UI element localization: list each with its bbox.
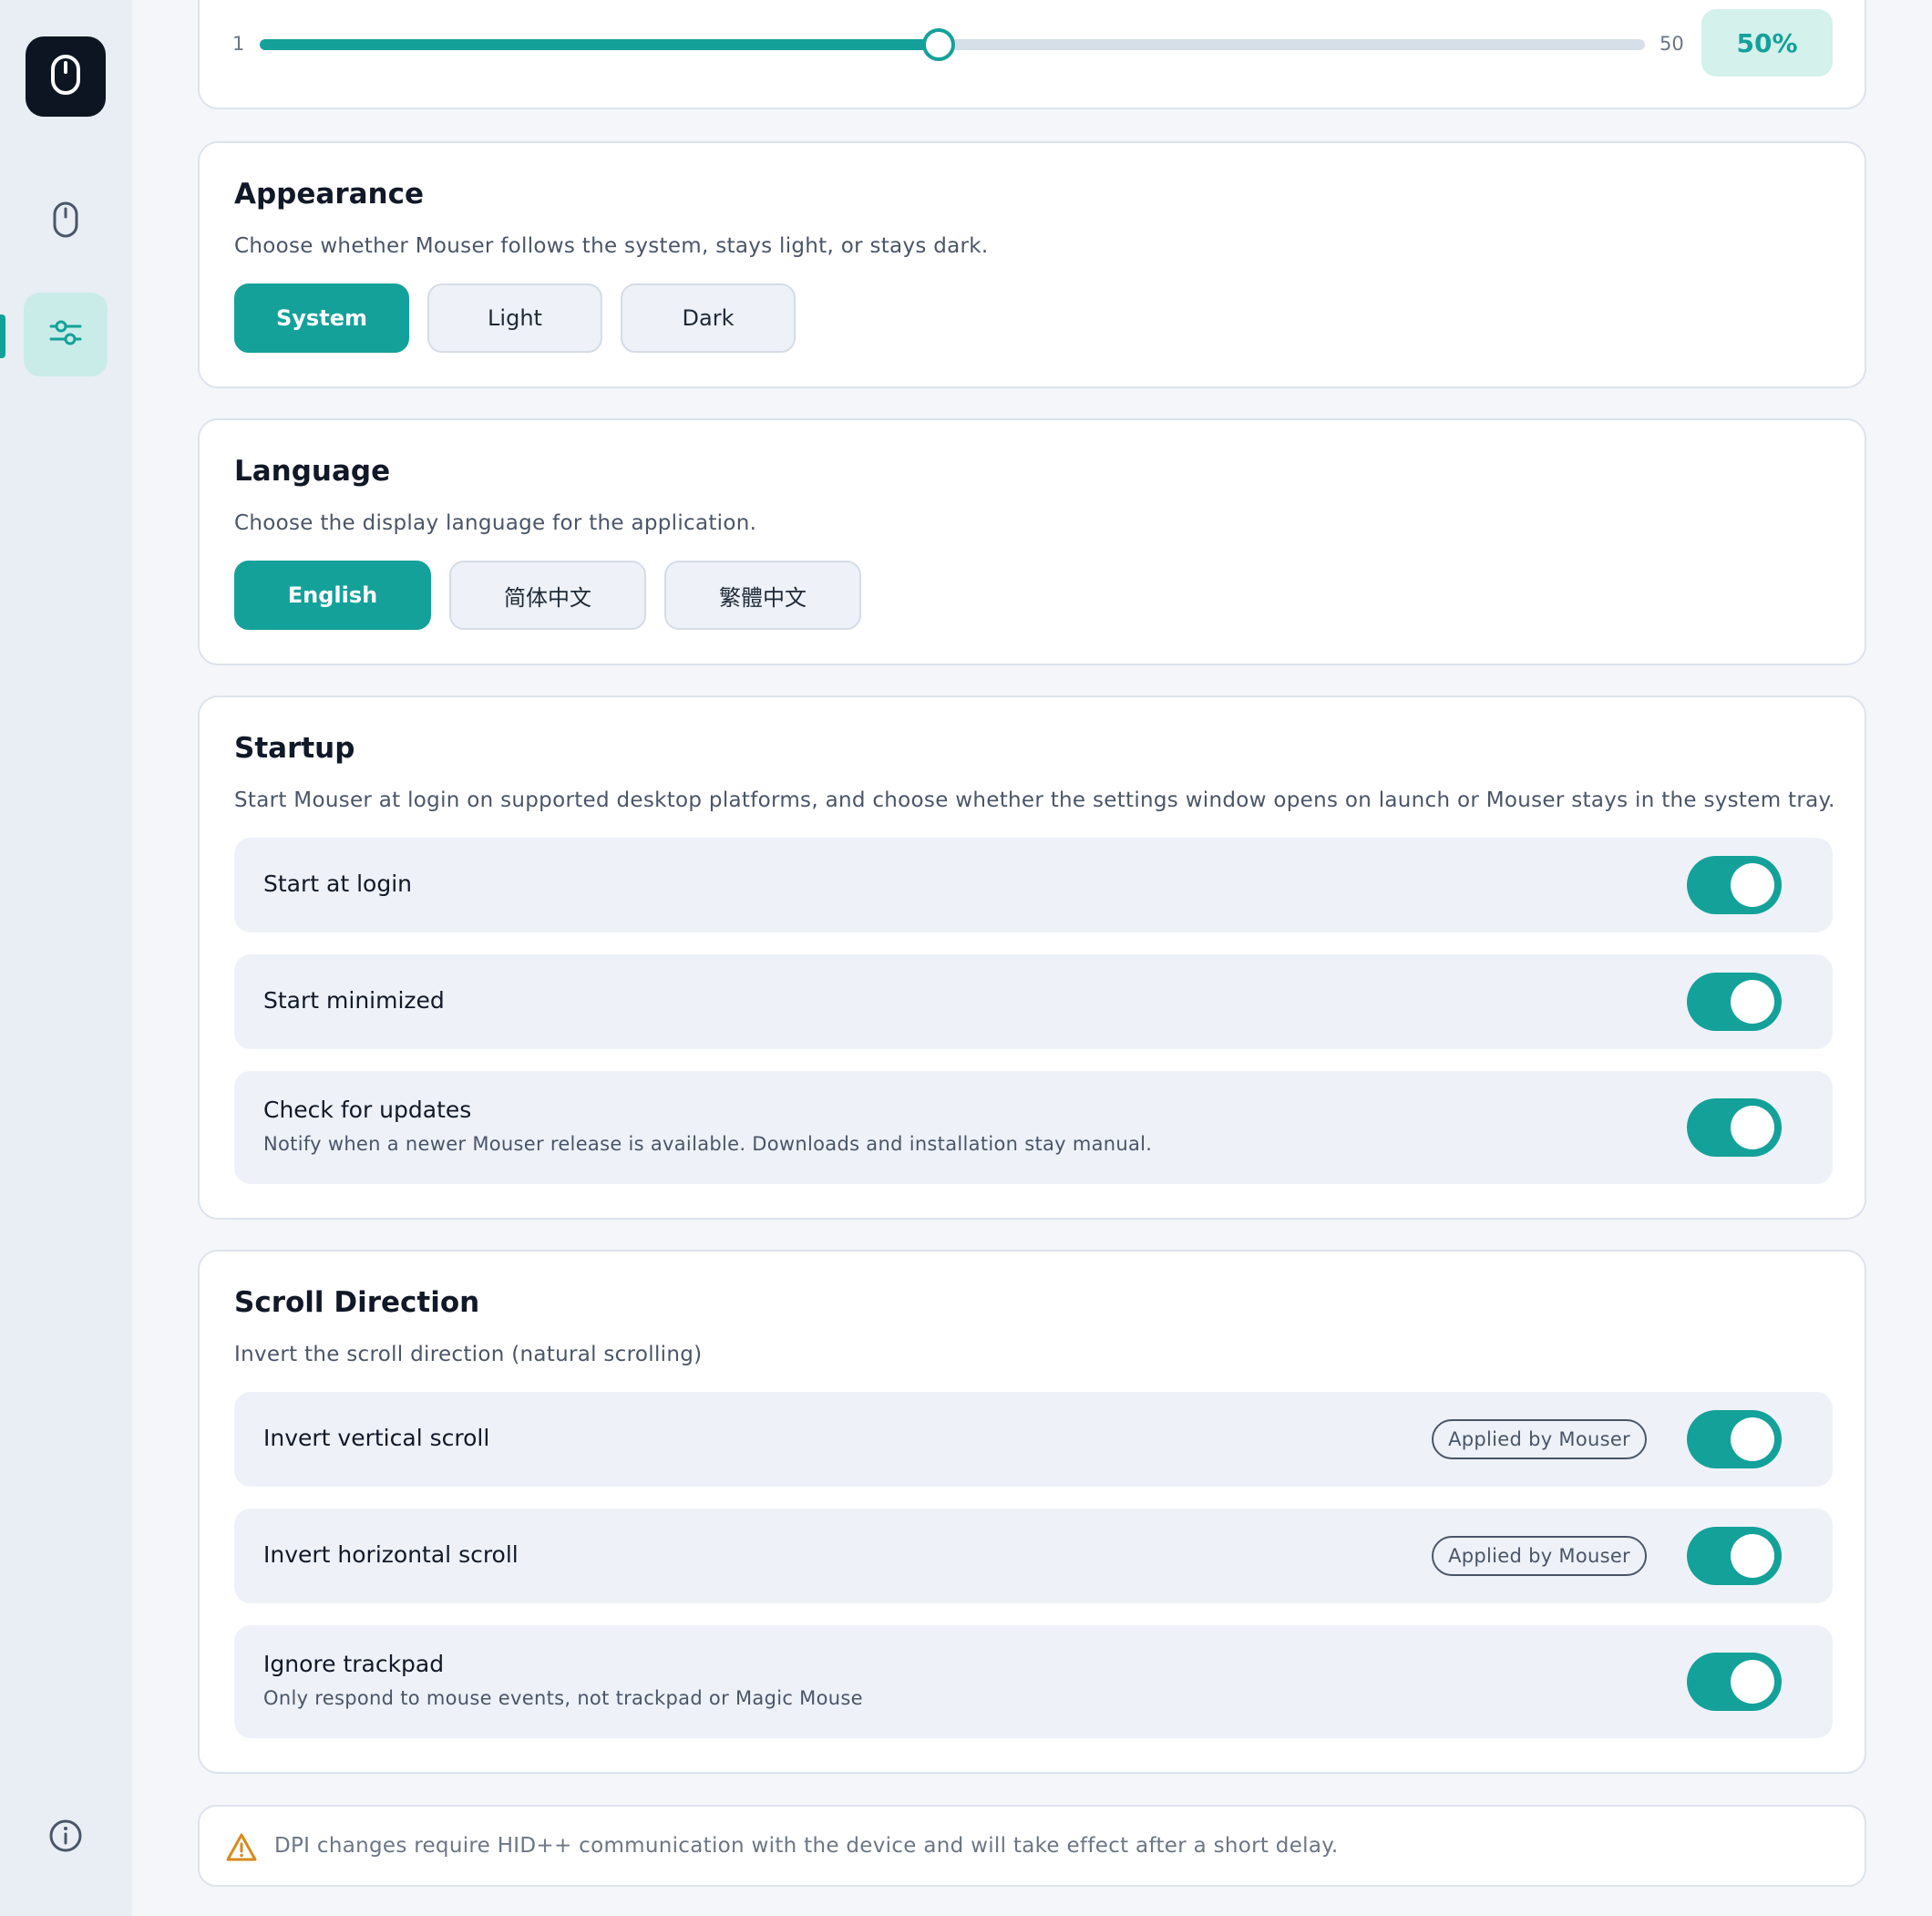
appearance-title: Appearance xyxy=(234,178,424,211)
row-label: Ignore trackpad xyxy=(263,1651,445,1677)
mouse-icon xyxy=(50,54,81,99)
applied-by-mouser-badge: Applied by Mouser xyxy=(1432,1536,1647,1576)
toggle-knob xyxy=(1731,863,1774,907)
about-button[interactable] xyxy=(46,1818,86,1858)
startup-card: Startup Start Mouser at login on support… xyxy=(198,695,1866,1220)
appearance-description: Choose whether Mouser follows the system… xyxy=(234,234,989,258)
row-sublabel: Notify when a newer Mouser release is av… xyxy=(263,1133,1153,1155)
setting-row-ignore-trackpad: Ignore trackpad Only respond to mouse ev… xyxy=(234,1625,1833,1738)
language-description: Choose the display language for the appl… xyxy=(234,511,757,535)
active-nav-indicator xyxy=(0,314,5,358)
row-sublabel: Only respond to mouse events, not trackp… xyxy=(263,1687,863,1709)
setting-row-start-minimized: Start minimized xyxy=(234,954,1833,1049)
row-label: Start minimized xyxy=(263,987,445,1014)
ignore-trackpad-toggle[interactable] xyxy=(1687,1653,1782,1711)
appearance-card: Appearance Choose whether Mouser follows… xyxy=(198,141,1866,388)
dpi-note: DPI changes require HID++ communication … xyxy=(198,1805,1866,1887)
appearance-option-system[interactable]: System xyxy=(234,283,409,353)
slider-thumb[interactable] xyxy=(921,28,955,61)
setting-row-invert-vertical: Invert vertical scroll Applied by Mouser xyxy=(234,1392,1833,1487)
info-icon xyxy=(47,1818,84,1858)
toggle-knob xyxy=(1731,1417,1774,1461)
language-option-english[interactable]: English xyxy=(234,561,431,630)
slider-max-label: 50 xyxy=(1660,33,1684,55)
setting-row-check-for-updates: Check for updates Notify when a newer Mo… xyxy=(234,1071,1833,1184)
mouse-icon xyxy=(52,201,79,242)
start-at-login-toggle[interactable] xyxy=(1687,856,1782,914)
appearance-option-dark[interactable]: Dark xyxy=(621,283,796,353)
scroll-direction-title: Scroll Direction xyxy=(234,1286,480,1319)
language-card: Language Choose the display language for… xyxy=(198,418,1866,665)
language-option-simplified-chinese[interactable]: 简体中文 xyxy=(449,561,646,630)
slider-min-label: 1 xyxy=(232,33,245,55)
toggle-knob xyxy=(1731,980,1774,1024)
row-label: Invert horizontal scroll xyxy=(263,1541,519,1568)
row-label: Start at login xyxy=(263,870,412,897)
applied-by-mouser-badge: Applied by Mouser xyxy=(1432,1419,1647,1459)
toggle-knob xyxy=(1731,1660,1774,1704)
slider-value-badge: 50% xyxy=(1701,9,1833,77)
invert-horizontal-scroll-toggle[interactable] xyxy=(1687,1527,1782,1585)
invert-vertical-scroll-toggle[interactable] xyxy=(1687,1410,1782,1468)
appearance-option-light[interactable]: Light xyxy=(427,283,602,353)
warning-icon xyxy=(225,1832,258,1867)
app-logo xyxy=(26,36,106,117)
startup-description: Start Mouser at login on supported deskt… xyxy=(234,788,1835,812)
toggle-knob xyxy=(1731,1106,1774,1149)
slider-card: 1 50 50% xyxy=(198,0,1866,109)
setting-row-invert-horizontal: Invert horizontal scroll Applied by Mous… xyxy=(234,1509,1833,1603)
language-title: Language xyxy=(234,455,391,488)
sidebar-item-settings[interactable] xyxy=(24,293,108,376)
setting-row-start-at-login: Start at login xyxy=(234,838,1833,932)
start-minimized-toggle[interactable] xyxy=(1687,973,1782,1031)
dpi-slider[interactable] xyxy=(260,28,1645,61)
language-option-traditional-chinese[interactable]: 繁體中文 xyxy=(664,561,861,630)
row-label: Invert vertical scroll xyxy=(263,1425,490,1451)
check-for-updates-toggle[interactable] xyxy=(1687,1098,1782,1157)
sidebar-item-devices[interactable] xyxy=(24,180,108,263)
slider-fill xyxy=(260,39,939,50)
sidebar xyxy=(0,0,132,1916)
dpi-note-text: DPI changes require HID++ communication … xyxy=(274,1834,1339,1858)
sliders-icon xyxy=(47,316,84,353)
scroll-direction-card: Scroll Direction Invert the scroll direc… xyxy=(198,1250,1866,1774)
scroll-direction-description: Invert the scroll direction (natural scr… xyxy=(234,1343,703,1366)
row-label: Check for updates xyxy=(263,1097,472,1123)
toggle-knob xyxy=(1731,1534,1774,1578)
startup-title: Startup xyxy=(234,732,355,765)
